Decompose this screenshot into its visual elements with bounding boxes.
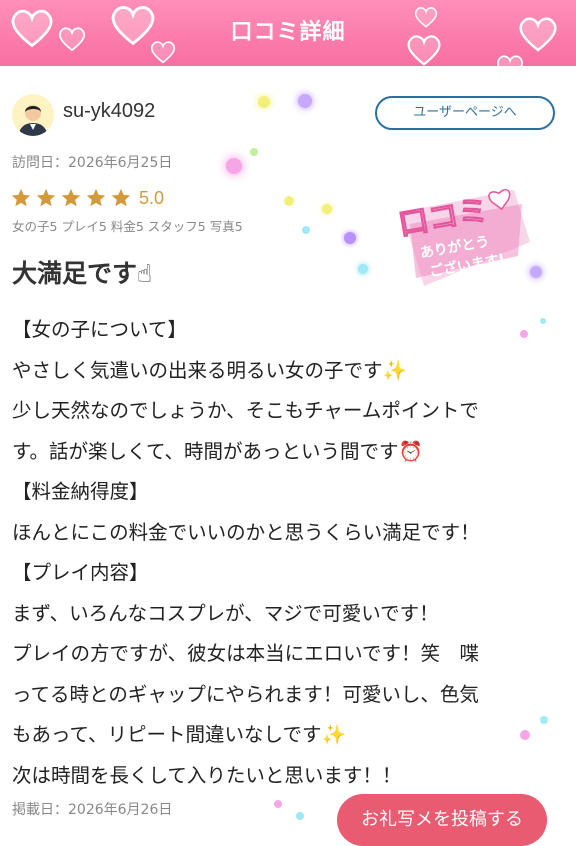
star-icon [111, 188, 131, 207]
review-line: 【プレイ内容】 [12, 561, 149, 584]
review-line: ってる時とのギャップにやられます！可愛いし、色気 [12, 682, 479, 706]
thank-you-badge: 口コミ ありがとう ございます! [395, 189, 530, 286]
sparkle-decoration [258, 96, 270, 108]
sparkle-decoration [344, 232, 356, 244]
sparkle-decoration [226, 158, 242, 174]
review-line: す。話が楽しくて、時間があっという間です⏰ [12, 439, 423, 463]
posted-date: 掲載日：2026年6月26日 [12, 802, 173, 818]
avatar [12, 94, 54, 136]
review-line: 【女の子について】 [12, 318, 187, 341]
star-icon [11, 188, 31, 207]
sparkle-decoration [250, 148, 258, 156]
review-line: 【料金納得度】 [12, 480, 149, 503]
rating-score: 5.0 [139, 187, 165, 208]
star-icon [36, 188, 56, 207]
sparkle-decoration [296, 812, 304, 820]
user-avatar-icon [12, 94, 54, 136]
sparkle-decoration [358, 264, 368, 274]
sub-scores: 女の子5 プレイ5 料金5 スタッフ5 写真5 [12, 219, 243, 234]
review-line: プレイの方ですが、彼女は本当にエロいです！笑 喋 [12, 642, 480, 665]
post-photo-button[interactable]: お礼写メを投稿する [337, 794, 547, 846]
star-rating: 5.0 [10, 186, 164, 210]
review-body: 【女の子について】 やさしく気遣いの出来る明るい女の子です✨ 少し天然なのでしょ… [12, 310, 567, 796]
review-line: まず、いろんなコスプレが、マジで可愛いです！ [12, 601, 439, 625]
visit-date: 訪問日：2026年6月25日 [12, 155, 173, 171]
user-page-button[interactable]: ユーザーページへ [375, 96, 555, 130]
sparkle-decoration [302, 226, 310, 234]
review-line: 少し天然なのでしょうか、そこもチャームポイントで [12, 399, 479, 422]
review-line: 次は時間を長くして入りたいと思います！！ [12, 763, 402, 787]
page-title: 口コミ詳細 [230, 20, 346, 45]
app-header: 口コミ詳細 [0, 0, 576, 66]
sparkle-decoration [274, 800, 282, 808]
review-line: ほんとにこの料金でいいのかと思うくらい満足です！ [12, 520, 480, 544]
review-line: もあって、リピート間違いなしです✨ [12, 723, 346, 746]
sparkle-decoration [322, 204, 332, 214]
review-headline: 大満足です☝ [12, 259, 153, 288]
star-icon [61, 188, 81, 207]
sparkle-decoration [284, 196, 294, 206]
sparkle-decoration [298, 94, 312, 108]
reviewer-username[interactable]: su-yk4092 [63, 100, 155, 123]
review-line: やさしく気遣いの出来る明るい女の子です✨ [12, 358, 407, 382]
star-icon [86, 188, 106, 207]
